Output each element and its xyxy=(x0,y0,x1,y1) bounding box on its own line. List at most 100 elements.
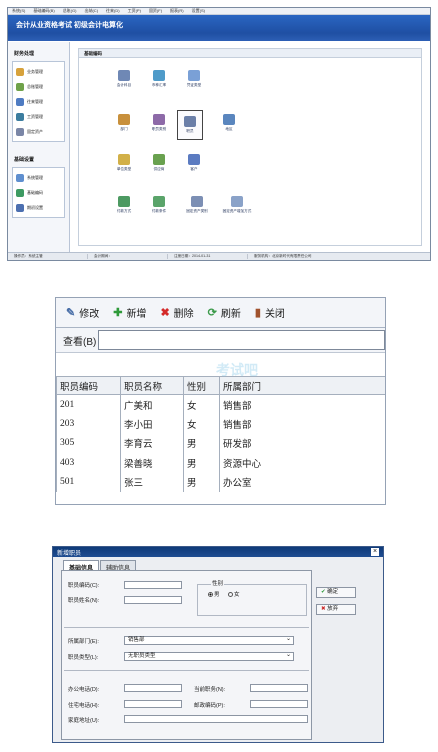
menu-item[interactable]: 系统(S) xyxy=(12,8,25,14)
cancel-icon: ✖ xyxy=(321,606,326,612)
table-row[interactable]: 403 梁善晓男资源中心 xyxy=(56,453,385,473)
sidebar-item-ledger[interactable]: 总账管理 xyxy=(16,79,61,94)
table-row[interactable]: 501 张三男办公室 xyxy=(56,472,385,492)
tile-region[interactable]: 地区 xyxy=(216,114,242,132)
customer-icon xyxy=(188,154,200,165)
check-icon: ✔ xyxy=(321,589,326,595)
menu-item[interactable]: 基础编码(B) xyxy=(33,8,54,14)
sidebar-item-opening[interactable]: 期初设置 xyxy=(16,200,61,215)
dept-label: 所属部门(E): xyxy=(68,639,99,645)
close-book-icon: ▮ xyxy=(254,307,261,319)
accounting-main-window: 系统(S) 基础编码(B) 总账(G) 出纳(C) 往来(D) 工资(P) 固资… xyxy=(7,7,431,261)
tile-staff-category[interactable]: 职员类别 xyxy=(146,114,172,132)
menu-item[interactable]: 出纳(C) xyxy=(84,8,98,14)
column-header[interactable]: 性别 xyxy=(183,376,220,395)
tile-customer[interactable]: 客户 xyxy=(181,154,207,172)
column-header[interactable]: 职员编码 xyxy=(56,376,121,395)
code-label: 职员编码(C): xyxy=(68,583,100,589)
tile-currency[interactable]: 币种汇率 xyxy=(146,70,172,88)
basic-info-panel: 职员编码(C): 职员姓名(N): 性别 男 女 所属部门(E): 销售部 ⌄ 职… xyxy=(61,570,312,740)
add-icon: ✚ xyxy=(113,307,123,319)
sidebar-item-business[interactable]: 业务管理 xyxy=(16,64,61,79)
name-label: 职员姓名(N): xyxy=(68,598,100,604)
edit-icon: ✎ xyxy=(66,307,76,319)
tile-staff[interactable]: 职员 xyxy=(177,110,203,140)
sidebar-item-fixed-assets[interactable]: 固定资产 xyxy=(16,124,61,139)
payment-terms-icon xyxy=(153,196,165,207)
tile-supplier[interactable]: 供应商 xyxy=(146,154,172,172)
nav-section-title: 财务处理 xyxy=(14,51,35,57)
edit-button[interactable]: ✎ 修改 xyxy=(66,305,99,320)
gender-male-radio[interactable]: 男 xyxy=(208,590,220,598)
department-icon xyxy=(118,114,130,125)
category-label: 职员类型(L): xyxy=(68,655,99,661)
postcode-field[interactable] xyxy=(250,700,308,708)
tile-voucher-type[interactable]: 凭证类型 xyxy=(181,70,207,88)
code-field[interactable] xyxy=(124,581,182,589)
menu-item[interactable]: 设置(S) xyxy=(192,8,205,14)
ok-button[interactable]: ✔ 确定 xyxy=(316,587,356,598)
menu-item[interactable]: 报表(R) xyxy=(170,8,184,14)
office-phone-label: 办公电话(D): xyxy=(68,687,100,693)
sidebar-item-accounts[interactable]: 往来管理 xyxy=(16,94,61,109)
divider xyxy=(64,670,309,671)
sidebar-item-payroll[interactable]: 工资管理 xyxy=(16,109,61,124)
name-field[interactable] xyxy=(124,596,182,604)
system-icon xyxy=(16,173,24,182)
close-icon[interactable]: × xyxy=(371,547,379,556)
address-field[interactable] xyxy=(124,715,308,723)
gender-group xyxy=(197,584,307,616)
tile-accounts[interactable]: 会计科目 xyxy=(111,70,137,88)
status-bar: 操作员：系统主管 会计期间： 注册日期：2014-01-31 服务机构：北京新时… xyxy=(8,252,430,260)
search-label: 查看(B) xyxy=(63,336,97,348)
tile-asset-category[interactable]: 固定资产类别 xyxy=(181,196,213,214)
postcode-label: 邮政编码(P): xyxy=(194,703,225,709)
table-row[interactable]: 305 李育云男研发部 xyxy=(56,433,385,453)
sidebar: 财务处理 业务管理 总账管理 往来管理 工资管理 固定资产 基础设置 系统管理 … xyxy=(8,42,70,252)
status-org: 服务机构：北京新时代有限责任公司 xyxy=(254,254,312,258)
status-period: 会计期间： xyxy=(88,254,168,259)
gender-female-radio[interactable]: 女 xyxy=(228,590,240,598)
nav-section-title: 基础设置 xyxy=(14,157,35,163)
asset-category-icon xyxy=(191,196,203,207)
menu-item[interactable]: 固资(F) xyxy=(149,8,162,14)
dialog-title-bar: 新增职员 × xyxy=(53,547,383,557)
tile-payment-terms[interactable]: 付款条件 xyxy=(146,196,172,214)
table-row[interactable]: 203 李小田女销售部 xyxy=(56,414,385,434)
menu-item[interactable]: 工资(P) xyxy=(128,8,141,14)
tile-asset-addition[interactable]: 固定资产增加方式 xyxy=(219,196,255,214)
home-phone-label: 住宅电话(H): xyxy=(68,703,100,709)
opening-icon xyxy=(16,203,24,212)
divider xyxy=(64,627,309,628)
cancel-button[interactable]: ✖ 放弃 xyxy=(316,604,356,615)
tile-payment-method[interactable]: 付款方式 xyxy=(111,196,137,214)
search-input[interactable] xyxy=(98,330,385,350)
watermark: 考试吧 xyxy=(216,362,258,378)
account-book-icon xyxy=(118,70,130,81)
toolbar: ✎ 修改 ✚ 新增 ✖ 删除 ⟳ 刷新 ▮ 关闭 xyxy=(56,298,385,328)
staff-icon xyxy=(184,116,196,127)
office-phone-field[interactable] xyxy=(124,684,182,692)
menu-item[interactable]: 总账(G) xyxy=(63,8,77,14)
delete-icon: ✖ xyxy=(160,307,170,319)
sidebar-item-basic-codes[interactable]: 基础编码 xyxy=(16,185,61,200)
status-date: 注册日期：2014-01-31 xyxy=(168,254,248,259)
basic-codes-icon xyxy=(16,188,24,197)
position-field[interactable] xyxy=(250,684,308,692)
close-button[interactable]: ▮ 关闭 xyxy=(255,305,285,320)
table-row[interactable]: 201 广美和女销售部 xyxy=(56,394,385,414)
add-button[interactable]: ✚ 新增 xyxy=(113,305,146,320)
column-header[interactable]: 职员名称 xyxy=(120,376,184,395)
tile-unit-type[interactable]: 单位类型 xyxy=(111,154,137,172)
category-select[interactable]: 无职员类型 ⌄ xyxy=(124,652,294,661)
unit-type-icon xyxy=(118,154,130,165)
tile-department[interactable]: 部门 xyxy=(111,114,137,132)
menu-item[interactable]: 往来(D) xyxy=(106,8,120,14)
sidebar-item-system[interactable]: 系统管理 xyxy=(16,170,61,185)
delete-button[interactable]: ✖ 删除 xyxy=(160,305,193,320)
dept-select[interactable]: 销售部 ⌄ xyxy=(124,636,294,645)
refresh-button[interactable]: ⟳ 刷新 xyxy=(208,305,241,320)
dialog-title: 新增职员 xyxy=(57,551,82,557)
status-operator: 操作员：系统主管 xyxy=(8,254,88,259)
home-phone-field[interactable] xyxy=(124,700,182,708)
